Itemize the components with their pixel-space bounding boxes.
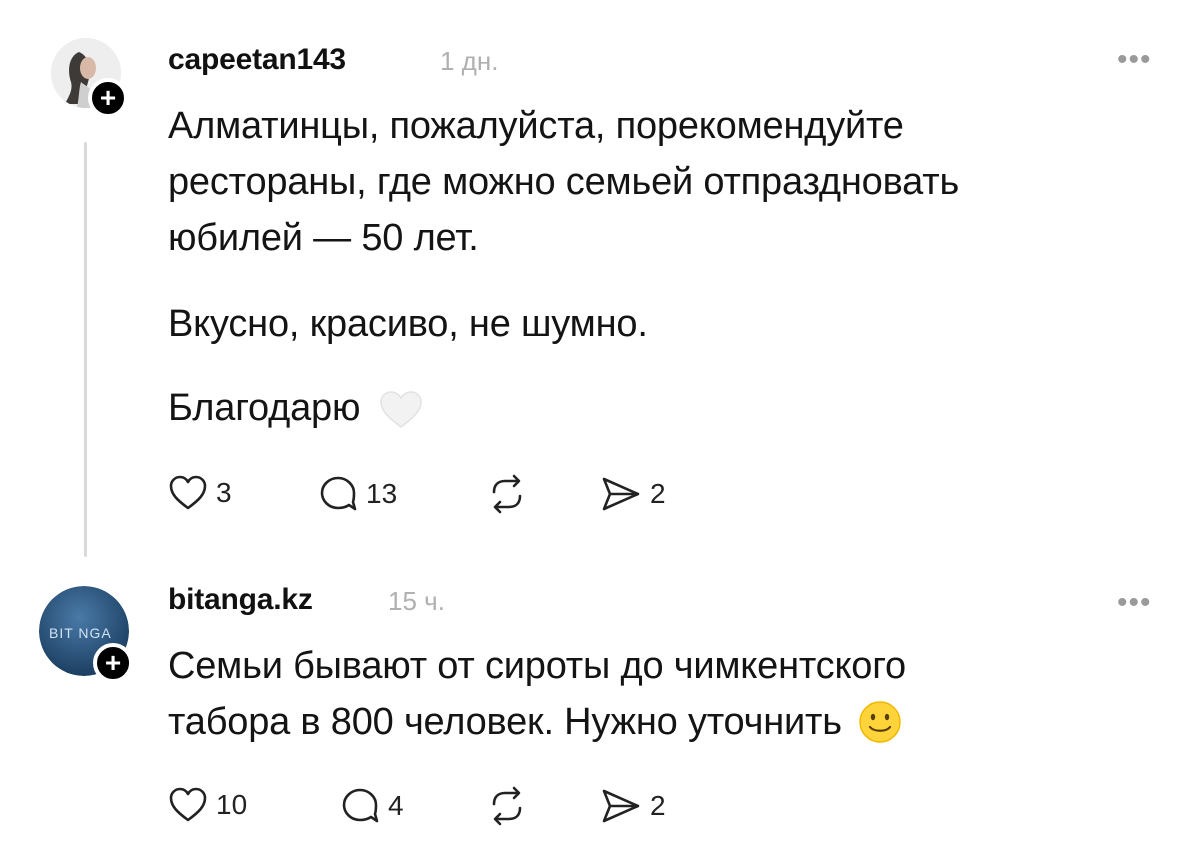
follow-button[interactable]: + [93, 643, 133, 683]
heart-outline-icon [169, 787, 207, 822]
repost-arrows-icon [492, 786, 522, 826]
like-button[interactable]: 10 [168, 786, 247, 824]
text-line: Алматинцы, пожалуйста, порекомендуйте [168, 105, 904, 147]
username[interactable]: capeetan143 [168, 43, 346, 77]
like-count: 10 [216, 789, 248, 820]
more-options-icon[interactable]: ••• [1117, 588, 1152, 618]
white-heart-icon [379, 391, 422, 428]
text-line: табора в 800 человек. Нужно уточнить [168, 701, 842, 743]
speech-bubble-icon [342, 788, 379, 823]
thread-line [84, 142, 87, 557]
plus-icon: + [104, 647, 122, 678]
post-text: Алматинцы, пожалуйста, порекомендуйте ре… [168, 98, 959, 436]
follow-button[interactable]: + [88, 78, 128, 118]
repost-button[interactable] [486, 786, 528, 826]
timestamp: 1 дн. [440, 46, 499, 76]
reply-button[interactable]: 4 [340, 786, 404, 826]
text-line: юбилей — 50 лет. [168, 217, 479, 259]
timestamp: 15 ч. [388, 586, 445, 616]
text-line: Семьи бывают от сироты до чимкентского [168, 645, 906, 687]
slightly-smiling-face-icon [859, 701, 901, 743]
text-line: Благодарю [168, 387, 361, 429]
post-capeetan143: + capeetan143 1 дн. ••• Алматинцы, пожал… [0, 0, 1200, 570]
username[interactable]: bitanga.kz [168, 583, 313, 617]
reply-button[interactable]: 13 [318, 474, 397, 514]
repost-arrows-icon [492, 474, 522, 514]
plus-icon: + [99, 82, 117, 113]
more-options-icon[interactable]: ••• [1117, 45, 1152, 75]
paper-plane-icon [602, 477, 640, 511]
heart-outline-icon [169, 475, 207, 510]
paragraph: Благодарю [168, 380, 959, 436]
paragraph: Алматинцы, пожалуйста, порекомендуйте ре… [168, 98, 959, 266]
paper-plane-icon [602, 789, 640, 823]
like-button[interactable]: 3 [168, 474, 232, 512]
post-text: Семьи бывают от сироты до чимкентского т… [168, 638, 906, 750]
share-button[interactable]: 2 [600, 474, 666, 514]
speech-bubble-icon [320, 476, 357, 511]
share-count: 2 [650, 478, 666, 509]
paragraph: Вкусно, красиво, не шумно. [168, 296, 959, 352]
text-line: Вкусно, красиво, не шумно. [168, 303, 648, 345]
share-button[interactable]: 2 [600, 786, 666, 826]
reply-count: 4 [388, 790, 404, 821]
post-bitanga-kz: BIT NGA + bitanga.kz 15 ч. ••• Семьи быв… [0, 570, 1200, 859]
logo-text: BIT NGA [49, 625, 112, 641]
text-line: рестораны, где можно семьей отпраздноват… [168, 161, 960, 203]
like-count: 3 [216, 477, 232, 508]
share-count: 2 [650, 790, 666, 821]
reply-count: 13 [366, 478, 398, 509]
paragraph: Семьи бывают от сироты до чимкентского т… [168, 638, 906, 750]
repost-button[interactable] [486, 474, 528, 514]
